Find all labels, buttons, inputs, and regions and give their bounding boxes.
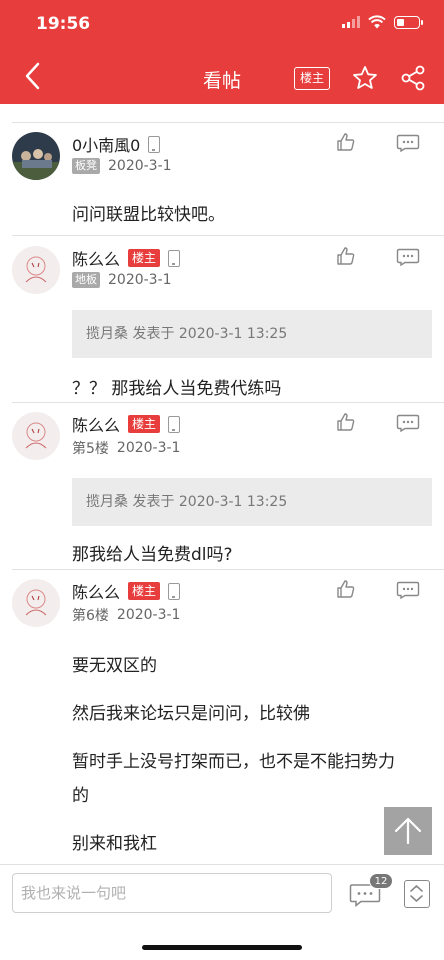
jump-icon	[410, 885, 423, 902]
post-list[interactable]: 0小南風0 板凳 2020-3-1 问问联盟比较快吧。 陈么么 楼主 地板 20…	[0, 104, 444, 864]
floor-tag: 地板	[72, 272, 100, 288]
phone-icon	[168, 249, 181, 267]
reply-icon[interactable]	[396, 414, 420, 432]
thumbs-up-icon[interactable]	[336, 412, 356, 432]
post-body-line: 问问联盟比较快吧。	[72, 205, 225, 225]
op-tag: 楼主	[128, 582, 161, 600]
post-body-line: 暂时手上没号打架而已，也不是不能扫势力	[72, 752, 395, 772]
signal-icon	[342, 16, 360, 28]
post-author[interactable]: 0小南風0	[72, 132, 161, 156]
divider	[12, 122, 444, 123]
post-date: 2020-3-1	[116, 607, 181, 623]
avatar[interactable]	[12, 246, 60, 294]
post-meta: 第6楼 2020-3-1	[72, 605, 180, 625]
post-meta: 第5楼 2020-3-1	[72, 438, 180, 458]
op-tag: 楼主	[128, 415, 161, 433]
op-only-button[interactable]: 楼主	[294, 67, 330, 90]
post-date: 2020-3-1	[108, 272, 172, 288]
reply-icon[interactable]	[396, 581, 420, 599]
scroll-to-top-button[interactable]	[384, 807, 432, 855]
quote-block: 揽月桑 发表于 2020-3-1 13:25	[72, 478, 432, 526]
header: 19:56 看帖 楼主	[0, 0, 444, 104]
bottom-bar: 12	[0, 864, 444, 960]
op-tag: 楼主	[128, 249, 161, 267]
post-date: 2020-3-1	[108, 158, 172, 174]
divider	[12, 402, 444, 403]
floor-label: 第5楼	[72, 441, 109, 457]
status-time: 19:56	[36, 14, 91, 34]
phone-icon	[168, 582, 181, 600]
home-indicator	[142, 945, 302, 950]
status-icons	[342, 15, 423, 29]
thumbs-up-icon[interactable]	[336, 132, 356, 152]
avatar[interactable]	[12, 412, 60, 460]
post-author[interactable]: 陈么么 楼主	[72, 579, 181, 603]
floor-label: 第6楼	[72, 608, 109, 624]
comment-count-badge: 12	[369, 873, 393, 889]
floor-tag: 板凳	[72, 158, 100, 174]
post-body-line: 要无双区的	[72, 656, 157, 676]
post-author[interactable]: 陈么么 楼主	[72, 412, 181, 436]
divider	[12, 569, 444, 570]
quote-block: 揽月桑 发表于 2020-3-1 13:25	[72, 310, 432, 358]
author-name: 陈么么	[72, 250, 121, 269]
share-icon[interactable]	[400, 65, 426, 91]
post-body-line: 的	[72, 786, 89, 806]
post-body-line: ？？ 那我给人当免费代练吗	[72, 379, 282, 399]
phone-icon	[148, 135, 161, 153]
back-icon[interactable]	[20, 60, 46, 92]
thumbs-up-icon[interactable]	[336, 579, 356, 599]
star-icon[interactable]	[352, 65, 378, 91]
author-name: 0小南風0	[72, 136, 141, 155]
reply-icon[interactable]	[396, 134, 420, 152]
divider	[12, 235, 444, 236]
avatar[interactable]	[12, 579, 60, 627]
author-name: 陈么么	[72, 416, 121, 435]
comment-input[interactable]	[12, 873, 332, 913]
arrow-up-icon	[394, 817, 422, 845]
post-body-line: 然后我来论坛只是问问，比较佛	[72, 704, 310, 724]
wifi-icon	[368, 15, 386, 29]
jump-button[interactable]	[404, 880, 430, 908]
post-meta: 地板 2020-3-1	[72, 272, 172, 288]
post-date: 2020-3-1	[116, 440, 181, 456]
author-name: 陈么么	[72, 583, 121, 602]
post-body-line: 别来和我杠	[72, 834, 157, 854]
reply-icon[interactable]	[396, 248, 420, 266]
avatar[interactable]	[12, 132, 60, 180]
thumbs-up-icon[interactable]	[336, 246, 356, 266]
post-author[interactable]: 陈么么 楼主	[72, 246, 181, 270]
phone-icon	[168, 415, 181, 433]
post-meta: 板凳 2020-3-1	[72, 158, 172, 174]
post-body-line: 那我给人当免费dl吗?	[72, 545, 233, 565]
battery-icon	[394, 15, 423, 29]
